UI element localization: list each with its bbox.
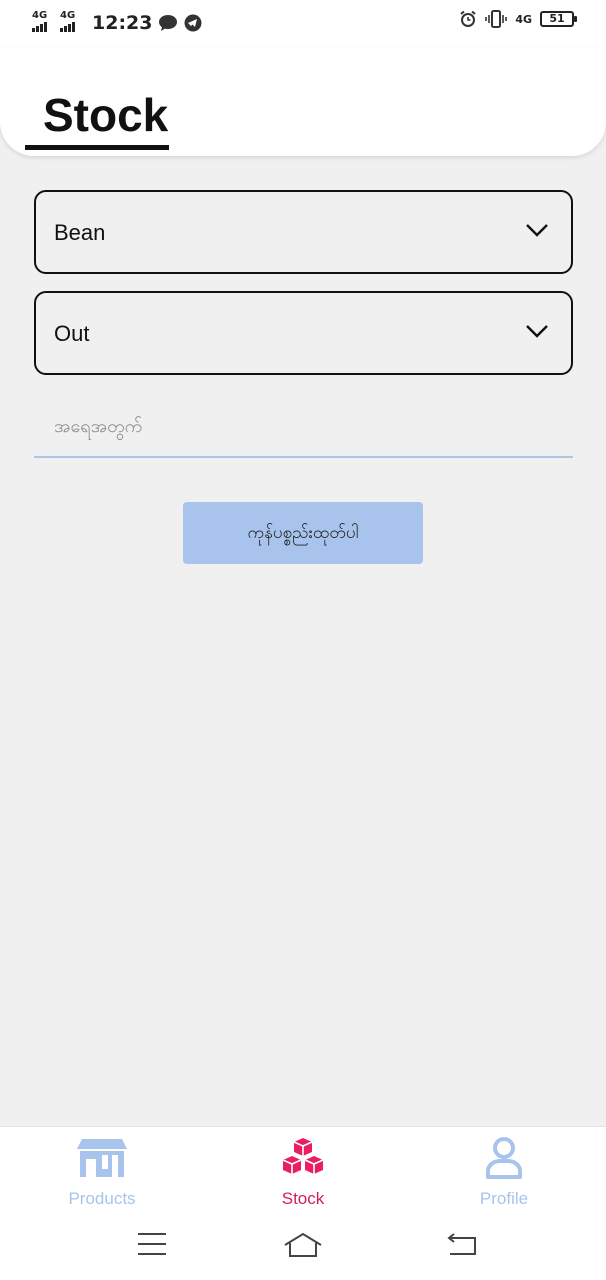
data-network-icon: 4G — [515, 12, 532, 26]
alarm-icon — [460, 10, 476, 27]
bottom-nav: Products Stock Profile — [0, 1126, 606, 1280]
quantity-input[interactable] — [34, 396, 573, 456]
chevron-down-icon — [526, 325, 548, 338]
message-icon — [159, 15, 178, 31]
type-dropdown-value: Out — [54, 321, 90, 346]
telegram-icon — [184, 14, 202, 32]
nav-label-products: Products — [68, 1189, 136, 1208]
app-header: Stock — [0, 48, 606, 156]
status-right: 4G 51 — [459, 10, 577, 28]
quantity-field — [34, 396, 573, 458]
product-dropdown[interactable]: Bean — [34, 190, 573, 274]
system-navigation-bar — [0, 1227, 606, 1267]
nav-label-stock: Stock — [281, 1189, 325, 1208]
product-dropdown-value: Bean — [54, 220, 106, 245]
type-dropdown[interactable]: Out — [34, 291, 573, 375]
vibrate-icon — [485, 10, 508, 28]
nav-label-profile: Profile — [479, 1189, 529, 1208]
submit-stock-out-button[interactable]: ကုန်ပစ္စည်းထုတ်ပါ — [183, 502, 423, 564]
home-icon[interactable] — [283, 1231, 323, 1259]
battery-icon: 51 — [540, 11, 577, 27]
signal-icon-sim2: 4G — [60, 10, 82, 36]
nav-item-stock[interactable]: Stock — [203, 1127, 403, 1217]
status-bar: 4G 4G 12:23 4G 51 — [0, 0, 606, 48]
title-underline — [25, 145, 169, 150]
signal-icon-sim1: 4G — [32, 10, 54, 36]
chevron-down-icon — [526, 224, 548, 237]
nav-item-products[interactable]: Products — [2, 1127, 202, 1217]
status-time: 12:23 — [92, 12, 153, 34]
status-left: 4G 4G 12:23 — [32, 10, 202, 36]
store-icon — [77, 1139, 127, 1177]
page-title: Stock — [43, 89, 169, 141]
menu-icon[interactable] — [137, 1231, 167, 1257]
back-icon[interactable] — [446, 1231, 478, 1257]
boxes-icon — [282, 1138, 324, 1174]
person-icon — [486, 1137, 522, 1179]
nav-item-profile[interactable]: Profile — [404, 1127, 604, 1217]
